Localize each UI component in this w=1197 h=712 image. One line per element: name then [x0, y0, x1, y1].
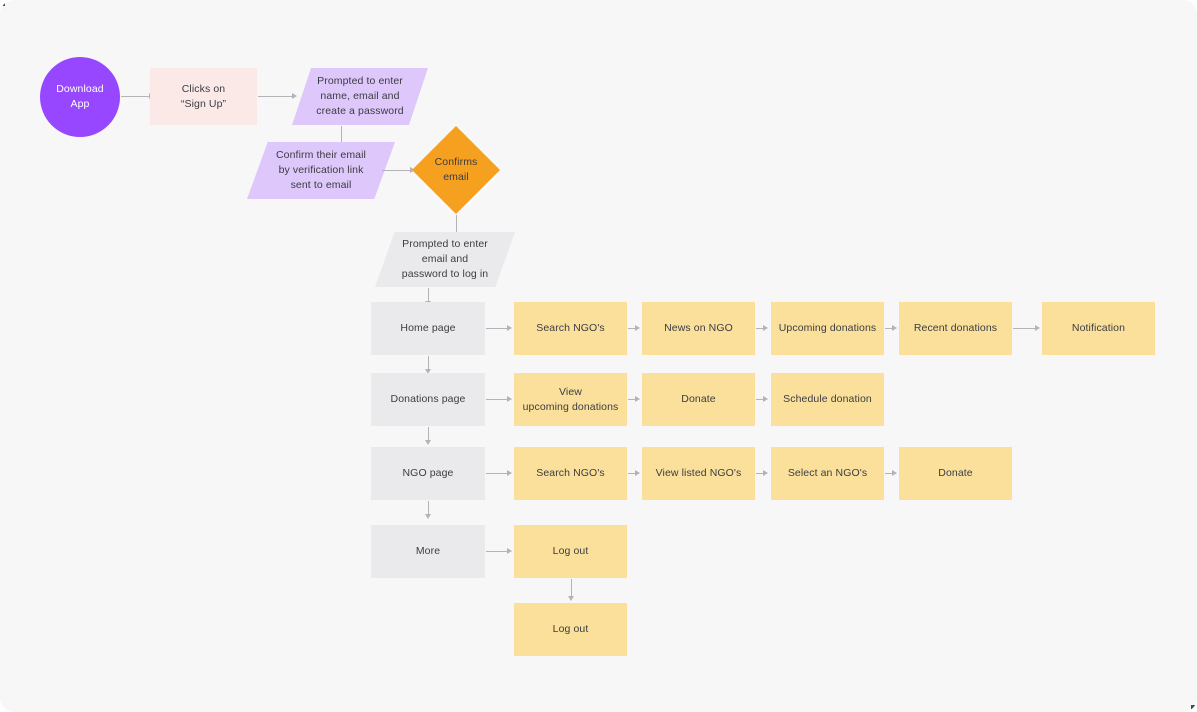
connector-donations-step-0-to-1 [628, 399, 635, 400]
node-clicks-sign-up[interactable]: Clicks on “Sign Up” [150, 68, 257, 125]
arrowhead-ngo-step-0-to-1 [635, 470, 640, 476]
node-download-app[interactable]: Download App [40, 57, 120, 137]
connector-ngo-step-1-to-2 [756, 473, 763, 474]
node-home-recent-donations[interactable]: Recent donations [899, 302, 1012, 355]
connector-home-to-step-0 [486, 328, 507, 329]
connector-confirm-to-diamond [382, 170, 410, 171]
node-home-search-ngos[interactable]: Search NGO's [514, 302, 627, 355]
arrowhead-ngo-step-2-to-3 [892, 470, 897, 476]
corner-artifact-bottom-right [1191, 705, 1195, 710]
connector-home-step-2-to-3 [885, 328, 892, 329]
connector-home-step-0-to-1 [628, 328, 635, 329]
connector-home-to-donations [428, 356, 429, 370]
node-home-upcoming-donations[interactable]: Upcoming donations [771, 302, 884, 355]
node-donations-view-upcoming[interactable]: View upcoming donations [514, 373, 627, 426]
node-prompted-enter-details[interactable]: Prompted to enter name, email and create… [292, 68, 428, 125]
node-login-prompt[interactable]: Prompted to enter email and password to … [375, 232, 515, 287]
node-log-out[interactable]: Log out [514, 525, 627, 578]
arrowhead-home-step-1-to-2 [763, 325, 768, 331]
node-ngo-donate[interactable]: Donate [899, 447, 1012, 500]
arrowhead-home-to-step-0 [507, 325, 512, 331]
arrowhead-ngo-to-step-0 [507, 470, 512, 476]
node-confirm-email-verification[interactable]: Confirm their email by verification link… [247, 142, 395, 199]
node-home-notification[interactable]: Notification [1042, 302, 1155, 355]
node-home-page[interactable]: Home page [371, 302, 485, 355]
arrowhead-donations-step-0-to-1 [635, 396, 640, 402]
flowchart-canvas: Download App Clicks on “Sign Up” Prompte… [0, 0, 1197, 712]
connector-donations-to-ngo [428, 427, 429, 441]
connector-signup-to-details [258, 96, 292, 97]
node-donations-schedule-donation[interactable]: Schedule donation [771, 373, 884, 426]
corner-artifact-top-left [1, 1, 5, 6]
arrowhead-more-to-logout [507, 548, 512, 554]
node-confirms-email-decision[interactable]: Confirms email [412, 126, 500, 214]
node-prompted-enter-details-label: Prompted to enter name, email and create… [316, 75, 404, 117]
node-ngo-search-ngos[interactable]: Search NGO's [514, 447, 627, 500]
connector-ngo-to-step-0 [486, 473, 507, 474]
arrowhead-home-step-0-to-1 [635, 325, 640, 331]
node-confirms-email-label: Confirms email [434, 156, 478, 183]
arrowhead-home-step-2-to-3 [892, 325, 897, 331]
connector-donations-step-1-to-2 [756, 399, 763, 400]
arrowhead-logout-to-logout-final [568, 596, 574, 601]
node-ngo-view-listed[interactable]: View listed NGO's [642, 447, 755, 500]
node-donations-page[interactable]: Donations page [371, 373, 485, 426]
node-ngo-select-an-ngo[interactable]: Select an NGO's [771, 447, 884, 500]
connector-more-to-logout [486, 551, 507, 552]
node-log-out-final[interactable]: Log out [514, 603, 627, 656]
connector-ngo-step-2-to-3 [885, 473, 892, 474]
arrowhead-donations-to-ngo [425, 440, 431, 445]
connector-donations-to-step-0 [486, 399, 507, 400]
arrowhead-signup-to-details [292, 93, 297, 99]
node-more[interactable]: More [371, 525, 485, 578]
arrowhead-ngo-to-more [425, 514, 431, 519]
connector-ngo-to-more [428, 501, 429, 515]
arrowhead-donations-to-step-0 [507, 396, 512, 402]
node-login-prompt-label: Prompted to enter email and password to … [401, 238, 489, 280]
connector-home-step-3-to-4 [1013, 328, 1035, 329]
node-home-news-on-ngo[interactable]: News on NGO [642, 302, 755, 355]
node-donations-donate[interactable]: Donate [642, 373, 755, 426]
connector-logout-to-logout-final [571, 579, 572, 597]
connector-home-step-1-to-2 [756, 328, 763, 329]
arrowhead-home-step-3-to-4 [1035, 325, 1040, 331]
connector-start-to-signup [121, 96, 149, 97]
node-ngo-page[interactable]: NGO page [371, 447, 485, 500]
connector-ngo-step-0-to-1 [628, 473, 635, 474]
node-confirm-email-verification-label: Confirm their email by verification link… [275, 149, 366, 191]
connector-login-to-home [428, 288, 429, 302]
arrowhead-donations-step-1-to-2 [763, 396, 768, 402]
arrowhead-ngo-step-1-to-2 [763, 470, 768, 476]
